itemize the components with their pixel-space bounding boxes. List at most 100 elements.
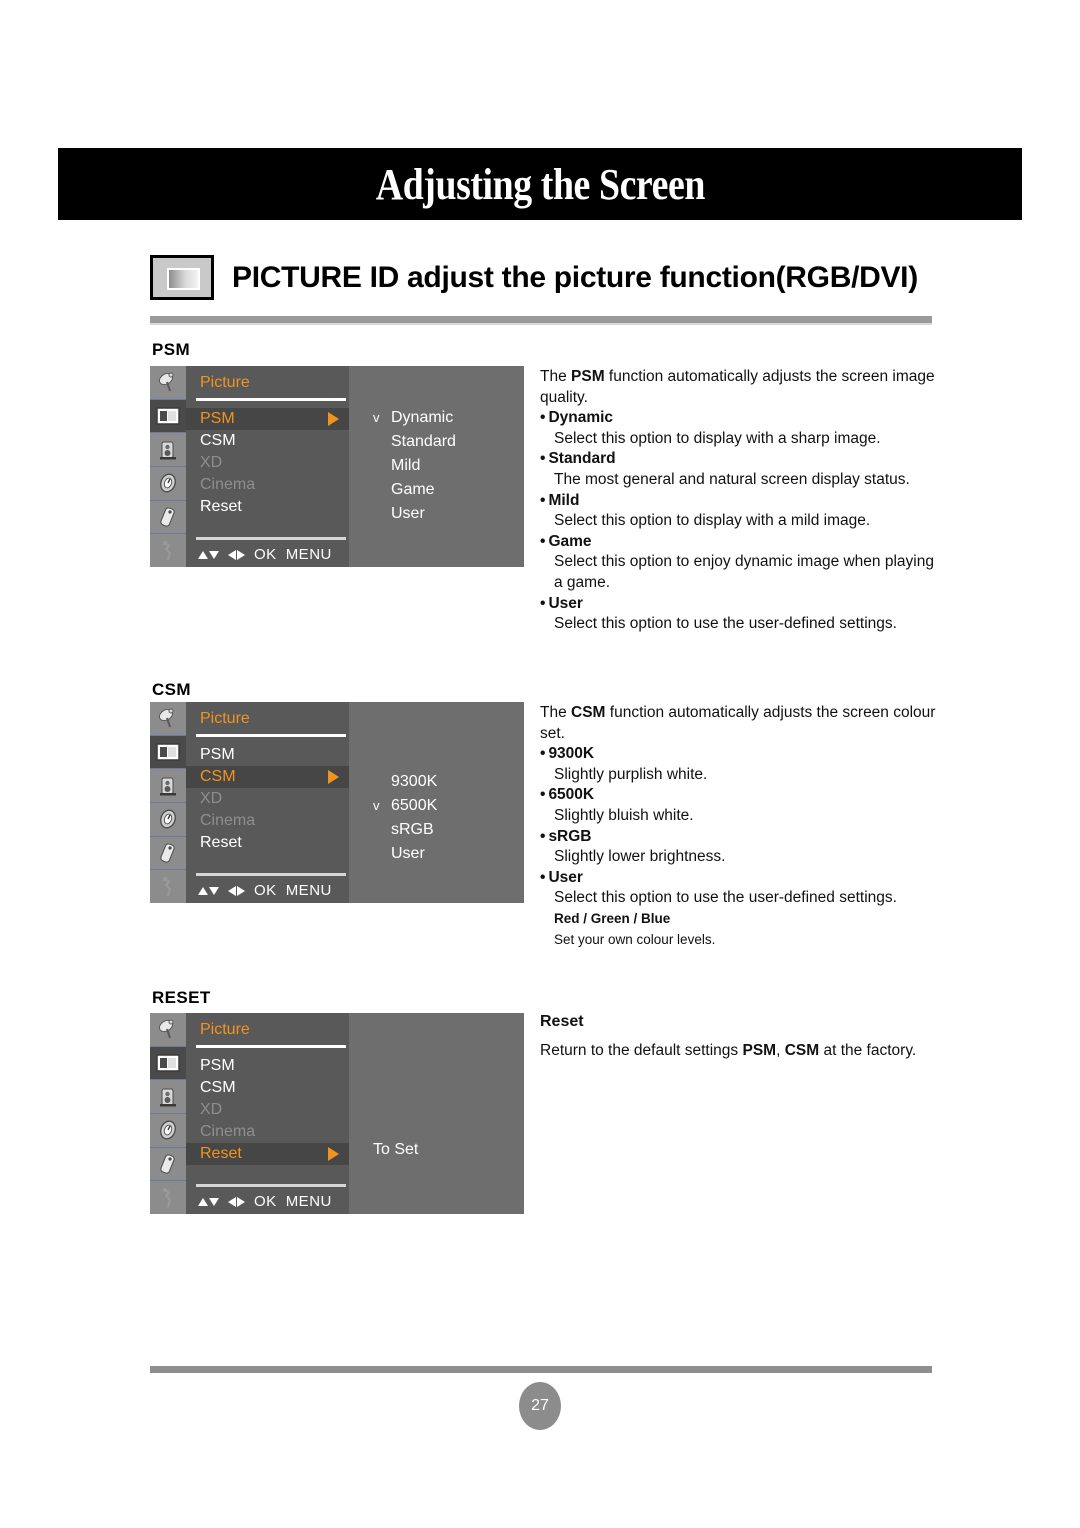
osd-option-label: 6500K <box>391 797 438 814</box>
psm-bullet-term-standard: • Standard <box>540 450 616 468</box>
osd-title-divider <box>196 1045 346 1048</box>
osd-rail-reset <box>150 1013 186 1214</box>
left-right-arrows-icon <box>228 1196 245 1207</box>
osd-option-label: User <box>391 505 425 522</box>
osd-window-reset: Picture PSM CSM XD Cinema Reset OK MENU … <box>150 1013 524 1214</box>
left-right-arrows-icon <box>228 885 245 896</box>
audio-speaker-icon[interactable] <box>150 433 186 468</box>
csm-sub-term-rgb: Red / Green / Blue <box>554 910 671 926</box>
right-triangle-icon <box>328 412 339 426</box>
psm-bullet-body-user: Select this option to use the user-defin… <box>554 615 897 633</box>
section-label-psm: PSM <box>152 340 191 359</box>
setup-tools-icon[interactable] <box>150 870 186 903</box>
osd-menu-item-csm[interactable]: CSM <box>186 766 349 788</box>
osd-menu-item-reset[interactable]: Reset <box>186 1143 349 1165</box>
footer-divider <box>150 1366 932 1373</box>
osd-ok-label[interactable]: OK <box>254 882 277 899</box>
osd-menu-item-csm[interactable]: CSM <box>186 430 349 452</box>
osd-ok-label[interactable]: OK <box>254 1193 277 1210</box>
osd-option-srgb[interactable]: sRGB <box>349 818 524 842</box>
remote-control-icon[interactable] <box>150 837 186 871</box>
osd-option-standard[interactable]: Standard <box>349 430 524 454</box>
setup-tools-icon[interactable] <box>150 534 186 567</box>
picture-screen-icon[interactable] <box>150 1046 186 1081</box>
osd-menu-item-xd: XD <box>200 790 223 807</box>
osd-menu-item-csm[interactable]: CSM <box>186 1077 349 1099</box>
osd-menu-panel-reset: Picture PSM CSM XD Cinema Reset OK MENU <box>186 1013 349 1214</box>
picture-screen-icon[interactable] <box>150 735 186 770</box>
psm-bullet-body-standard: The most general and natural screen disp… <box>554 470 910 488</box>
osd-option-dynamic[interactable]: v Dynamic <box>349 406 524 430</box>
up-down-arrows-icon <box>198 886 219 895</box>
heading-divider <box>150 316 932 325</box>
reset-body-mid: , <box>776 1041 785 1059</box>
osd-ok-label[interactable]: OK <box>254 546 277 563</box>
timer-clock-icon[interactable] <box>150 467 186 501</box>
osd-option-label: 9300K <box>391 773 438 790</box>
psm-bullet-term-game: • Game <box>540 532 592 550</box>
page-banner: Adjusting the Screen <box>58 148 1022 220</box>
reset-body-bold2: CSM <box>784 1041 820 1059</box>
csm-bullet-term-srgb: • sRGB <box>540 827 592 845</box>
description-psm: The PSM function automatically adjusts t… <box>540 367 940 635</box>
reset-body-post: at the factory. <box>819 1041 917 1059</box>
csm-bullet-term-user: • User <box>540 868 583 886</box>
osd-options-panel-psm: v Dynamic Standard Mild Game User <box>349 366 524 567</box>
lead-pre: The <box>540 704 572 721</box>
osd-option-to-set[interactable]: To Set <box>373 1141 418 1159</box>
psm-bullet-term-mild: • Mild <box>540 491 580 509</box>
osd-menu-label[interactable]: MENU <box>286 546 332 563</box>
osd-menu-item-psm[interactable]: PSM <box>186 744 349 766</box>
osd-menu-item-psm[interactable]: PSM <box>186 1055 349 1077</box>
osd-option-user[interactable]: User <box>349 502 524 526</box>
osd-menu-item-xd: XD <box>200 1101 223 1118</box>
osd-menu-label[interactable]: MENU <box>286 1193 332 1210</box>
osd-window-csm: Picture PSM CSM XD Cinema Reset OK MENU … <box>150 702 524 903</box>
osd-footer-psm: OK MENU <box>198 546 332 563</box>
left-right-arrows-icon <box>228 549 245 560</box>
up-down-arrows-icon <box>198 1197 219 1206</box>
osd-footer-csm: OK MENU <box>198 882 332 899</box>
description-csm: The CSM function automatically adjusts t… <box>540 703 940 950</box>
osd-menu-item-cinema: Cinema <box>200 1123 256 1140</box>
psm-bullet-body-game: Select this option to enjoy dynamic imag… <box>554 553 934 591</box>
reset-title: Reset <box>540 1013 584 1030</box>
osd-option-6500k[interactable]: v 6500K <box>349 794 524 818</box>
osd-option-label: Dynamic <box>391 409 454 426</box>
satellite-dish-icon[interactable] <box>150 1013 186 1047</box>
csm-bullet-body-srgb: Slightly lower brightness. <box>554 848 726 866</box>
osd-window-title: Picture <box>200 710 250 727</box>
section-label-csm: CSM <box>152 680 191 699</box>
osd-option-game[interactable]: Game <box>349 478 524 502</box>
audio-speaker-icon[interactable] <box>150 769 186 804</box>
osd-option-user[interactable]: User <box>349 842 524 866</box>
osd-menu-item-reset[interactable]: Reset <box>186 832 349 854</box>
osd-option-label: Standard <box>391 433 456 450</box>
setup-tools-icon[interactable] <box>150 1181 186 1214</box>
osd-rail-psm <box>150 366 186 567</box>
psm-bullet-body-mild: Select this option to display with a mil… <box>554 512 871 530</box>
osd-window-title: Picture <box>200 374 250 391</box>
osd-rail-csm <box>150 702 186 903</box>
remote-control-icon[interactable] <box>150 1148 186 1182</box>
satellite-dish-icon[interactable] <box>150 702 186 736</box>
monitor-icon <box>150 255 214 300</box>
timer-clock-icon[interactable] <box>150 803 186 837</box>
timer-clock-icon[interactable] <box>150 1114 186 1148</box>
osd-options-panel-csm: 9300K v 6500K sRGB User <box>349 702 524 903</box>
satellite-dish-icon[interactable] <box>150 366 186 400</box>
audio-speaker-icon[interactable] <box>150 1080 186 1115</box>
reset-body-text: Return to the default settings PSM, CSM … <box>540 1041 940 1062</box>
lead-bold: PSM <box>571 368 605 385</box>
osd-menu-item-reset[interactable]: Reset <box>186 496 349 518</box>
remote-control-icon[interactable] <box>150 501 186 535</box>
osd-menu-item-psm[interactable]: PSM <box>186 408 349 430</box>
osd-option-list-psm: v Dynamic Standard Mild Game User <box>349 406 524 526</box>
osd-option-9300k[interactable]: 9300K <box>349 770 524 794</box>
check-icon: v <box>373 410 380 425</box>
psm-bullet-term-dynamic: • Dynamic <box>540 409 614 427</box>
picture-screen-icon[interactable] <box>150 399 186 434</box>
osd-menu-label[interactable]: MENU <box>286 882 332 899</box>
osd-menu-list-reset: PSM CSM XD Cinema Reset <box>186 1055 349 1165</box>
osd-option-mild[interactable]: Mild <box>349 454 524 478</box>
